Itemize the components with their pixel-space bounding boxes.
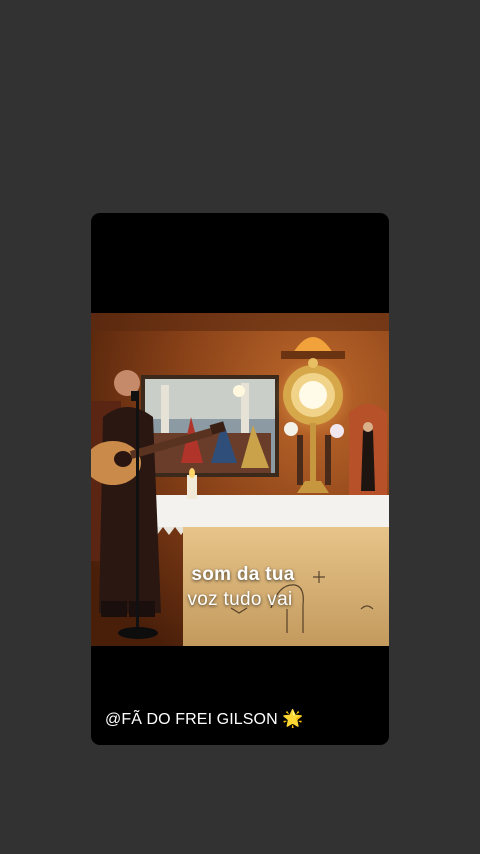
lyric-line-1: som da tua: [191, 564, 295, 585]
caption-text: @FÃ DO FREI GILSON: [105, 711, 278, 728]
video-frame[interactable]: som da tua voz tudo vai: [91, 313, 389, 646]
caption: @FÃ DO FREI GILSON 🌟: [105, 709, 304, 729]
star-icon: 🌟: [282, 709, 304, 728]
story-card[interactable]: som da tua voz tudo vai @FÃ DO FREI GILS…: [91, 213, 389, 745]
lyric-line-2: voz tudo vai: [187, 589, 293, 610]
